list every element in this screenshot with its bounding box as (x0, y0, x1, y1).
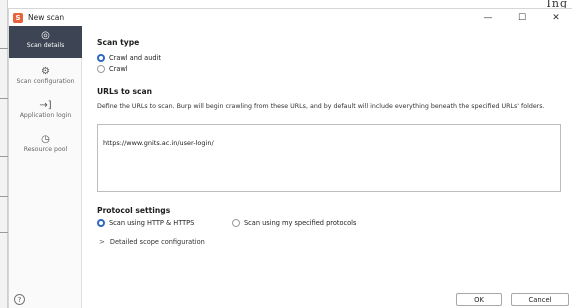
sidebar-item-scan-configuration[interactable]: ⚙ Scan configuration (9, 66, 82, 86)
window-controls: — ☐ ✕ (471, 9, 572, 26)
option-label: Scan using HTTP & HTTPS (109, 219, 195, 227)
ok-button[interactable]: OK (456, 293, 502, 306)
radio-checked-icon[interactable] (97, 219, 105, 227)
scan-http-https-option[interactable]: Scan using HTTP & HTTPS (97, 219, 194, 227)
chevron-right-icon: > (99, 238, 105, 246)
maximize-button[interactable]: ☐ (505, 9, 539, 26)
gauge-icon: ◷ (41, 134, 50, 145)
protocol-settings-heading: Protocol settings (97, 206, 171, 215)
option-label: Scan using my specified protocols (244, 219, 357, 227)
radio-unchecked-icon[interactable] (97, 65, 105, 73)
scan-type-heading: Scan type (97, 38, 140, 47)
expander-label: Detailed scope configuration (109, 238, 205, 246)
background-window-edge (0, 0, 8, 308)
close-button[interactable]: ✕ (539, 9, 572, 26)
burp-logo-icon: S (13, 12, 23, 23)
radio-checked-icon[interactable] (97, 54, 105, 62)
option-label: Crawl (109, 65, 128, 73)
crosshair-icon: ◎ (41, 30, 50, 41)
sidebar-item-scan-details[interactable]: ◎ Scan details (9, 26, 82, 58)
urls-description: Define the URLs to scan. Burp will begin… (97, 103, 545, 110)
scan-specified-protocols-option[interactable]: Scan using my specified protocols (232, 219, 356, 227)
urls-textarea[interactable]: https://www.gnits.ac.in/user-login/ (97, 124, 561, 192)
detailed-scope-configuration-expander[interactable]: > Detailed scope configuration (99, 238, 205, 246)
login-arrow-icon: →] (39, 100, 52, 111)
window-title: New scan (28, 13, 65, 22)
sidebar-item-application-login[interactable]: →] Application login (9, 100, 82, 120)
sidebar: ◎ Scan details ⚙ Scan configuration →] A… (9, 26, 82, 308)
help-icon[interactable]: ? (14, 294, 25, 305)
crawl-and-audit-option[interactable]: Crawl and audit (97, 54, 161, 62)
new-scan-dialog: S New scan — ☐ ✕ ◎ Scan details ⚙ Scan c… (8, 8, 572, 308)
sidebar-item-label: Scan configuration (16, 78, 75, 85)
sidebar-item-label: Scan details (26, 42, 65, 49)
url-entry: https://www.gnits.ac.in/user-login/ (103, 139, 214, 147)
crawl-option[interactable]: Crawl (97, 65, 128, 73)
sidebar-item-resource-pool[interactable]: ◷ Resource pool (9, 134, 82, 154)
option-label: Crawl and audit (109, 54, 161, 62)
title-bar: S New scan — ☐ ✕ (9, 9, 572, 26)
gear-icon: ⚙ (41, 66, 50, 77)
minimize-button[interactable]: — (471, 9, 505, 26)
sidebar-item-label: Application login (19, 112, 72, 119)
radio-unchecked-icon[interactable] (232, 219, 240, 227)
cancel-button[interactable]: Cancel (511, 293, 569, 306)
urls-heading: URLs to scan (97, 87, 153, 96)
sidebar-item-label: Resource pool (23, 146, 68, 153)
